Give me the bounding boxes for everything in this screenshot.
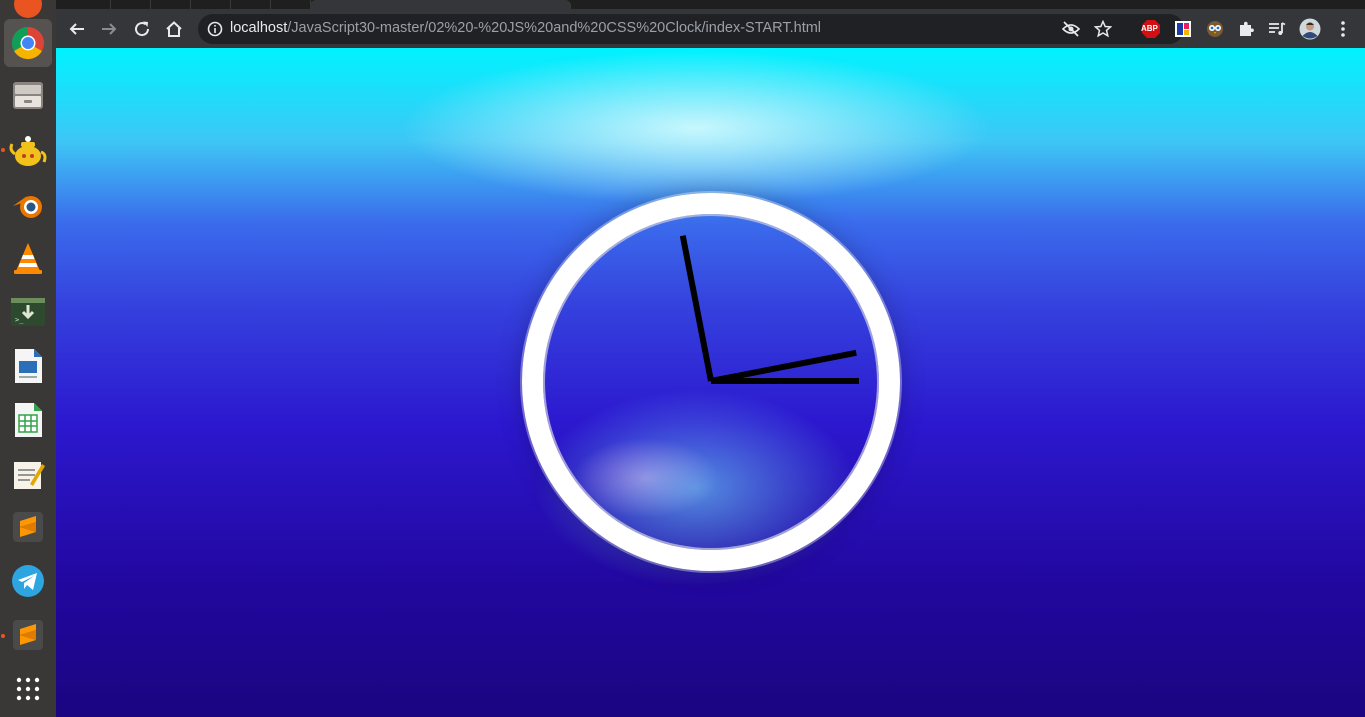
browser-tab[interactable] <box>110 0 151 9</box>
dock-show-applications-icon[interactable] <box>4 665 52 713</box>
browser-tab[interactable] <box>150 0 191 9</box>
extension-button-3[interactable] <box>1202 16 1228 42</box>
home-icon <box>166 21 182 37</box>
url-text: localhost/JavaScript30-master/02%20-%20J… <box>230 20 821 36</box>
dock-writer-icon[interactable] <box>4 342 52 390</box>
home-button[interactable] <box>161 16 187 42</box>
eye-off-icon[interactable] <box>1062 21 1080 37</box>
arrow-left-icon <box>69 23 84 35</box>
owl-icon <box>1207 21 1223 37</box>
avatar <box>1299 18 1321 40</box>
dock-telegram-icon[interactable] <box>4 557 52 605</box>
reload-icon <box>135 21 150 37</box>
color-grid-icon <box>1175 21 1191 37</box>
url-host: localhost <box>230 20 288 36</box>
browser-tab[interactable] <box>270 0 311 9</box>
adblock-extension-button[interactable]: ABP <box>1138 16 1164 42</box>
extension-button-2[interactable] <box>1170 16 1196 42</box>
dock-vlc-icon[interactable] <box>4 234 52 282</box>
svg-text:>_: >_ <box>15 316 24 324</box>
bookmark-star-icon[interactable] <box>1094 20 1112 38</box>
browser-toolbar: localhost/JavaScript30-master/02%20-%20J… <box>56 9 1365 48</box>
browser-tab[interactable] <box>230 0 271 9</box>
second-hand <box>679 235 714 382</box>
dock-teapot-icon[interactable] <box>4 126 52 174</box>
page-viewport <box>56 48 1365 717</box>
browser-tab[interactable] <box>190 0 231 9</box>
dock-text-editor-icon[interactable] <box>4 450 52 498</box>
playlist-music-icon <box>1269 22 1286 35</box>
url-path: /JavaScript30-master/02%20-%20JS%20and%2… <box>287 20 822 36</box>
browser-tab[interactable] <box>70 0 111 9</box>
address-bar[interactable]: localhost/JavaScript30-master/02%20-%20J… <box>198 14 1184 44</box>
dock-calc-icon[interactable] <box>4 396 52 444</box>
dock-sublime-2-icon[interactable] <box>4 611 52 659</box>
chrome-menu-button[interactable] <box>1330 16 1356 42</box>
adblock-badge-text: ABP <box>1141 24 1158 33</box>
extensions-button[interactable] <box>1233 16 1259 42</box>
ubuntu-dock: >_ <box>0 0 57 717</box>
back-button[interactable] <box>64 16 90 42</box>
puzzle-icon <box>1240 21 1254 36</box>
more-vertical-icon <box>1341 21 1345 37</box>
dock-terminal-install-icon[interactable]: >_ <box>4 288 52 336</box>
arrow-right-icon <box>102 23 117 35</box>
clock-face <box>522 193 900 571</box>
info-icon[interactable] <box>207 21 223 37</box>
dock-chrome-icon[interactable] <box>4 19 52 67</box>
browser-tab-active[interactable] <box>310 0 571 9</box>
browser-tab-strip <box>56 0 1365 9</box>
profile-avatar-button[interactable] <box>1297 16 1323 42</box>
dock-files-icon[interactable] <box>4 71 52 119</box>
media-control-button[interactable] <box>1264 16 1290 42</box>
dock-sublime-icon[interactable] <box>4 503 52 551</box>
reload-button[interactable] <box>129 16 155 42</box>
forward-button[interactable] <box>96 16 122 42</box>
dock-blender-icon[interactable] <box>4 180 52 228</box>
